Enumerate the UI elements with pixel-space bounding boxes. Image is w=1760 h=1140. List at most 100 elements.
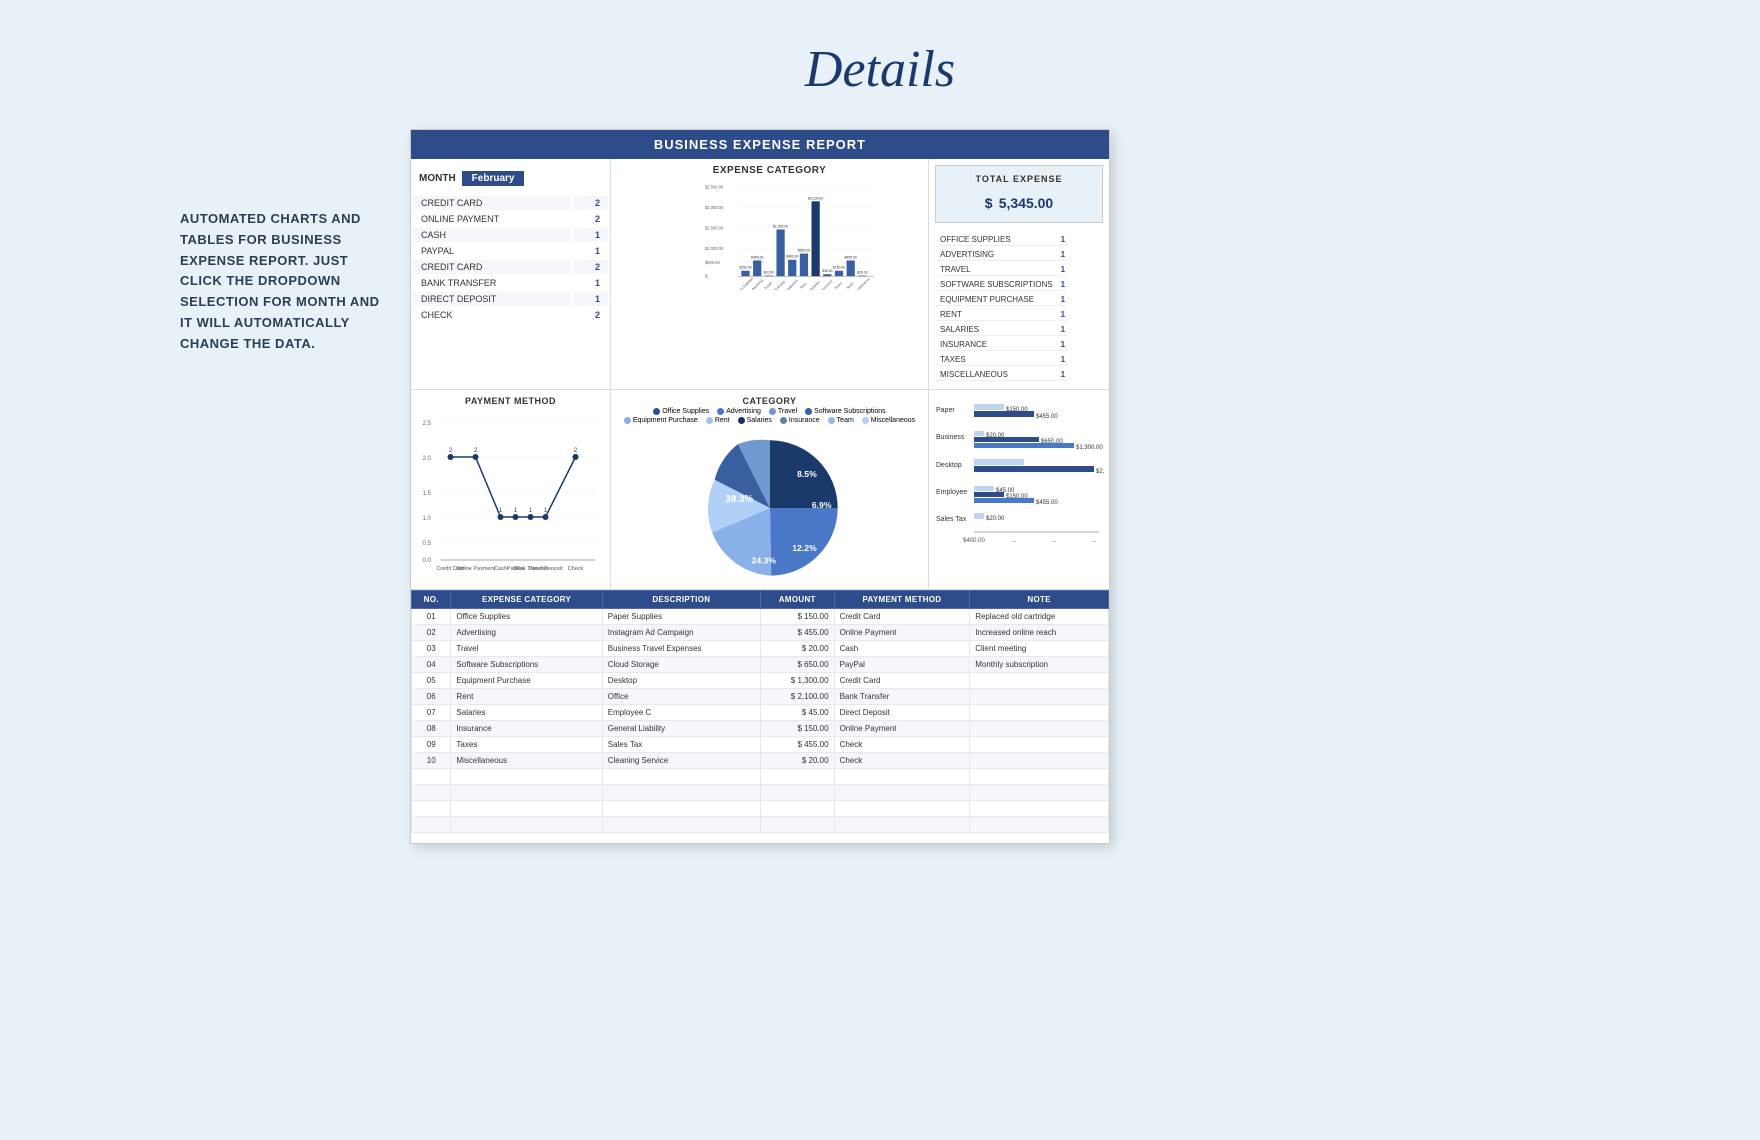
svg-text:1: 1 xyxy=(529,508,533,514)
svg-text:2.5: 2.5 xyxy=(423,421,432,427)
cell-amount: $ 150.00 xyxy=(760,721,834,737)
svg-text:Taxes: Taxes xyxy=(834,281,843,290)
right-bar-panel: Paper $150.00 $455.00 Business $20.00 $6… xyxy=(929,390,1109,589)
cell-no: 07 xyxy=(412,705,451,721)
category-count: 1 xyxy=(1058,308,1068,321)
legend-label: Team xyxy=(837,417,854,424)
data-table: NO. EXPENSE CATEGORY DESCRIPTION AMOUNT … xyxy=(411,590,1109,833)
cell-amount: $ 1,300.00 xyxy=(760,673,834,689)
cell-amount: $ 150.00 xyxy=(760,609,834,625)
svg-text:0.5: 0.5 xyxy=(423,541,432,547)
cell-note: Replaced old cartridge xyxy=(970,609,1109,625)
payment-count: 1 xyxy=(573,276,608,290)
svg-text:Cash: Cash xyxy=(494,566,507,570)
payment-name: CREDIT CARD xyxy=(413,196,571,210)
payment-name: CASH xyxy=(413,228,571,242)
svg-text:39.3%: 39.3% xyxy=(725,494,753,505)
category-count: 1 xyxy=(1058,263,1068,276)
cell-payment: Bank Transfer xyxy=(834,689,970,705)
svg-text:Miscellaneous: Miscellaneous xyxy=(853,277,871,290)
category-count: 1 xyxy=(1058,278,1068,291)
mini-bars-svg: Paper $150.00 $455.00 Business $20.00 $6… xyxy=(933,394,1105,584)
svg-text:$150.00: $150.00 xyxy=(739,266,751,270)
legend-dot xyxy=(717,408,724,415)
svg-text:Sales Tax: Sales Tax xyxy=(936,516,967,523)
cell-payment: PayPal xyxy=(834,657,970,673)
category-name: INSURANCE xyxy=(937,338,1056,351)
svg-text:1: 1 xyxy=(499,508,503,514)
cell-description: Employee C xyxy=(602,705,760,721)
month-badge[interactable]: February xyxy=(462,171,525,186)
legend-item: Office Supplies xyxy=(653,408,709,415)
cell-note xyxy=(970,753,1109,769)
payment-count: 1 xyxy=(573,292,608,306)
payment-table: CREDIT CARD2ONLINE PAYMENT2CASH1PAYPAL1C… xyxy=(411,194,610,324)
svg-text:24.3%: 24.3% xyxy=(751,555,776,565)
payment-row: ONLINE PAYMENT2 xyxy=(413,212,608,226)
payment-name: CHECK xyxy=(413,308,571,322)
table-row: 10 Miscellaneous Cleaning Service $ 20.0… xyxy=(412,753,1109,769)
col-no: NO. xyxy=(412,591,451,609)
payment-row: BANK TRANSFER1 xyxy=(413,276,608,290)
col-description: DESCRIPTION xyxy=(602,591,760,609)
category-row: SOFTWARE SUBSCRIPTIONS1 xyxy=(937,278,1068,291)
pie-chart-svg: 8.5% 6.9% 12.2% 24.3% 39.3% xyxy=(670,428,870,588)
left-panel: MONTH February CREDIT CARD2ONLINE PAYMEN… xyxy=(411,159,611,389)
cell-payment: Direct Deposit xyxy=(834,705,970,721)
payment-row: CHECK2 xyxy=(413,308,608,322)
table-body: 01 Office Supplies Paper Supplies $ 150.… xyxy=(412,609,1109,833)
payment-name: DIRECT DEPOSIT xyxy=(413,292,571,306)
category-row: SALARIES1 xyxy=(937,323,1068,336)
cell-category: Miscellaneous xyxy=(451,753,602,769)
legend-item: Advertising xyxy=(717,408,761,415)
bar-chart-area: $2,500.00 $2,000.00 $1,500.00 $1,000.00 … xyxy=(617,180,922,340)
svg-text:$20.00: $20.00 xyxy=(986,516,1005,522)
payment-count: 2 xyxy=(573,196,608,210)
svg-text:Online Payment: Online Payment xyxy=(456,566,496,570)
category-count: 1 xyxy=(1058,368,1068,381)
svg-text:0.0: 0.0 xyxy=(423,558,432,564)
table-header: NO. EXPENSE CATEGORY DESCRIPTION AMOUNT … xyxy=(412,591,1109,609)
svg-text:$20.00: $20.00 xyxy=(857,271,868,275)
cell-description: Cloud Storage xyxy=(602,657,760,673)
cell-note xyxy=(970,721,1109,737)
svg-text:$2,500.00: $2,500.00 xyxy=(705,184,724,189)
expense-category-title: EXPENSE CATEGORY xyxy=(617,165,922,176)
cell-payment: Credit Card xyxy=(834,673,970,689)
svg-text:Desktop: Desktop xyxy=(936,462,962,469)
svg-text:...: ... xyxy=(1011,538,1016,544)
legend-label: Equipment Purchase xyxy=(633,417,698,424)
table-row-empty xyxy=(412,801,1109,817)
legend-label: Travel xyxy=(778,408,797,415)
cell-payment: Online Payment xyxy=(834,625,970,641)
svg-text:...: ... xyxy=(1051,538,1056,544)
cell-note xyxy=(970,737,1109,753)
svg-text:Salaries: Salaries xyxy=(809,280,821,290)
legend-label: Software Subscriptions xyxy=(814,408,886,415)
cell-note: Increased online reach xyxy=(970,625,1109,641)
cell-amount: $ 20.00 xyxy=(760,753,834,769)
legend-label: Office Supplies xyxy=(662,408,709,415)
category-row: TAXES1 xyxy=(937,353,1068,366)
svg-text:$2,1..: $2,1.. xyxy=(1096,469,1105,475)
payment-method-panel: PAYMENT METHOD 2.5 2.0 1.5 1.0 0.5 0.0 xyxy=(411,390,611,589)
bar-chart-svg: $2,500.00 $2,000.00 $1,500.00 $1,000.00 … xyxy=(657,180,922,290)
legend-item: Team xyxy=(828,417,854,424)
svg-text:8.5%: 8.5% xyxy=(797,469,817,479)
category-row: ADVERTISING1 xyxy=(937,248,1068,261)
payment-name: BANK TRANSFER xyxy=(413,276,571,290)
cell-description: Office xyxy=(602,689,760,705)
cell-no: 01 xyxy=(412,609,451,625)
legend-dot xyxy=(624,417,631,424)
legend-label: Insurance xyxy=(789,417,820,424)
legend-dot xyxy=(769,408,776,415)
legend-dot xyxy=(862,417,869,424)
table-row: 01 Office Supplies Paper Supplies $ 150.… xyxy=(412,609,1109,625)
payment-count: 2 xyxy=(573,260,608,274)
category-name: MISCELLANEOUS xyxy=(937,368,1056,381)
right-panel: TOTAL EXPENSE $ 5,345.00 OFFICE SUPPLIES… xyxy=(929,159,1109,389)
payment-row: CREDIT CARD2 xyxy=(413,196,608,210)
svg-text:$455.00: $455.00 xyxy=(751,255,763,259)
category-name: TRAVEL xyxy=(937,263,1056,276)
payment-row: CASH1 xyxy=(413,228,608,242)
